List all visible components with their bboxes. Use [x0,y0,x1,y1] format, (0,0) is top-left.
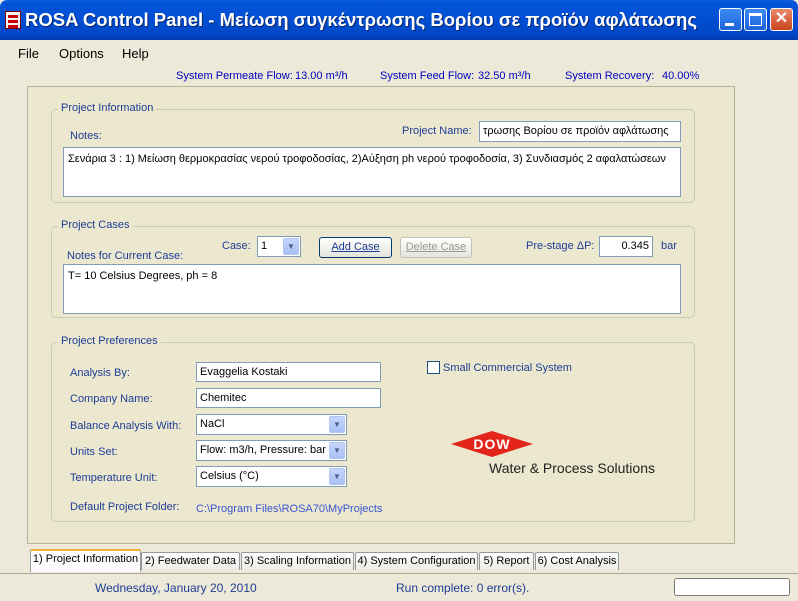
menu-file[interactable]: File [18,46,39,61]
balance-analysis-select[interactable]: NaCl ▼ [196,414,347,435]
maximize-icon [749,13,762,26]
analysis-by-label: Analysis By: [70,367,130,379]
maximize-button[interactable] [744,8,767,31]
menu-options[interactable]: Options [59,46,104,61]
feed-flow-value: 32.50 m³/h [478,70,531,82]
recovery-label: System Recovery: [565,70,655,82]
chevron-down-icon[interactable]: ▼ [329,442,345,459]
project-information-panel: Project Information Notes: Project Name:… [27,86,735,544]
project-preferences-title: Project Preferences [58,335,161,347]
rosa-app-icon[interactable] [5,11,21,29]
dow-diamond-logo: DOW [449,430,535,458]
case-select[interactable]: 1 ▼ [257,236,301,257]
small-commercial-label[interactable]: Small Commercial System [443,362,572,374]
permeate-flow-value: 13.00 m³/h [295,70,348,82]
menu-bar: File Options Help [0,40,798,64]
small-commercial-checkbox[interactable] [427,361,440,374]
menu-help[interactable]: Help [122,46,149,61]
project-information-group: Project Information Notes: Project Name:… [51,102,695,203]
status-date: Wednesday, January 20, 2010 [95,581,257,595]
minimize-button[interactable] [719,8,742,31]
close-icon: ✕ [774,10,789,27]
chevron-down-icon[interactable]: ▼ [283,238,299,255]
system-flow-summary: System Permeate Flow: 13.00 m³/h System … [0,64,798,86]
balance-analysis-label: Balance Analysis With: [70,420,182,432]
progress-bar [674,578,790,596]
delete-case-button[interactable]: Delete Case [400,237,472,258]
temperature-unit-select[interactable]: Celsius (°C) ▼ [196,466,347,487]
title-bar[interactable]: ROSA Control Panel - Μείωση συγκέντρωσης… [0,0,798,40]
default-folder-label: Default Project Folder: [70,501,180,513]
window-title: ROSA Control Panel - Μείωση συγκέντρωσης… [25,9,697,30]
project-notes-textarea[interactable]: Σενάρια 3 : 1) Μείωση θερμοκρασίας νερού… [63,147,681,197]
project-name-input[interactable]: τρωσης Βορίου σε προϊόν αφλάτωσης [479,121,681,142]
status-bar: Wednesday, January 20, 2010 Run complete… [0,573,798,601]
analysis-by-input[interactable]: Evaggelia Kostaki [196,362,381,382]
dow-logo-text: DOW [473,436,511,452]
recovery-value: 40.00% [662,70,700,82]
permeate-flow-label: System Permeate Flow: [176,70,293,82]
prestage-dp-input[interactable]: 0.345 [599,236,653,257]
project-cases-group: Project Cases Case: 1 ▼ Add Case Delete … [51,219,695,318]
chevron-down-icon[interactable]: ▼ [329,468,345,485]
project-preferences-group: Project Preferences Analysis By: Evaggel… [51,335,695,522]
add-case-button[interactable]: Add Case [319,237,392,258]
project-information-title: Project Information [58,102,157,114]
feed-flow-label: System Feed Flow: [380,70,475,82]
tab-feedwater-data[interactable]: 2) Feedwater Data [141,552,240,570]
minimize-icon [725,23,734,26]
project-cases-title: Project Cases [58,219,133,231]
prestage-dp-label: Pre-stage ΔP: [526,240,595,252]
tab-system-configuration[interactable]: 4) System Configuration [355,552,478,570]
case-label: Case: [222,240,251,252]
case-notes-label: Notes for Current Case: [67,250,184,262]
project-name-label: Project Name: [402,125,472,137]
close-button[interactable]: ✕ [770,8,793,31]
balance-analysis-value: NaCl [200,418,225,430]
temperature-unit-value: Celsius (°C) [200,470,259,482]
prestage-dp-unit: bar [661,240,677,252]
tab-report[interactable]: 5) Report [479,552,534,570]
tab-cost-analysis[interactable]: 6) Cost Analysis [535,552,619,570]
status-run: Run complete: 0 error(s). [396,581,530,595]
units-set-label: Units Set: [70,446,118,458]
tab-project-information[interactable]: 1) Project Information [30,549,141,572]
units-set-value: Flow: m3/h, Pressure: bar [200,444,326,456]
dow-tagline: Water & Process Solutions [489,460,655,476]
default-folder-value[interactable]: C:\Program Files\ROSA70\MyProjects [196,503,382,515]
temperature-unit-label: Temperature Unit: [70,472,158,484]
company-name-input[interactable]: Chemitec [196,388,381,408]
chevron-down-icon[interactable]: ▼ [329,416,345,433]
notes-label: Notes: [70,130,102,142]
case-notes-textarea[interactable]: T= 10 Celsius Degrees, ph = 8 [63,264,681,314]
case-select-value: 1 [261,240,268,252]
company-name-label: Company Name: [70,393,153,405]
tab-scaling-information[interactable]: 3) Scaling Information [241,552,354,570]
units-set-select[interactable]: Flow: m3/h, Pressure: bar ▼ [196,440,347,461]
